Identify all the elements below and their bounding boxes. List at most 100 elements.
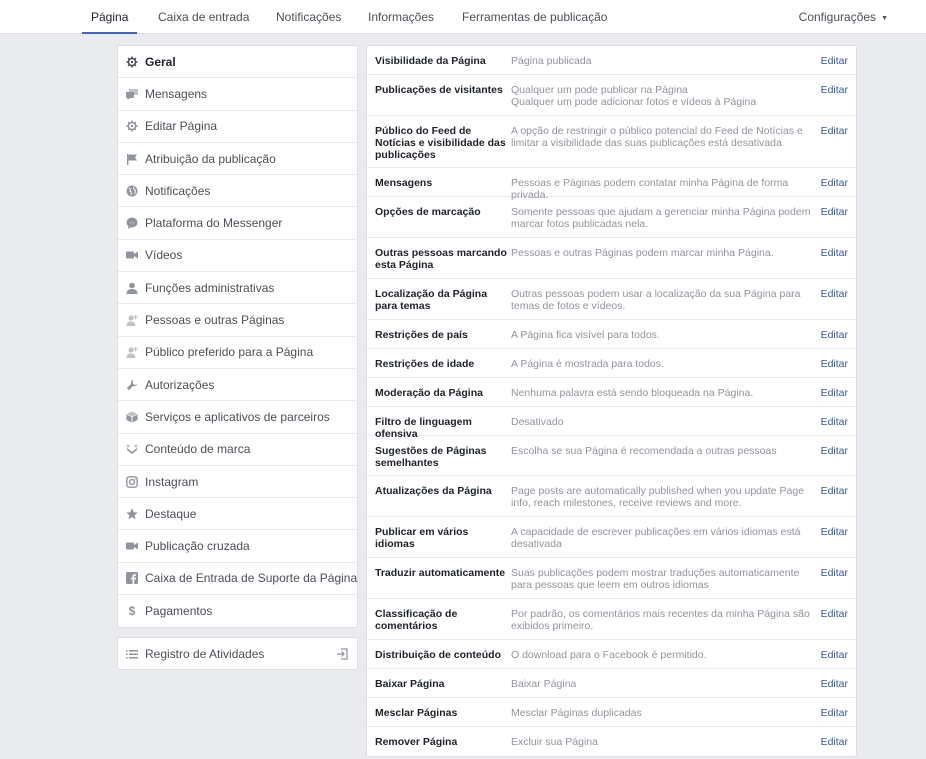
settings-sidebar: Geral Mensagens Editar Página Atribuição… — [117, 45, 358, 629]
settings-row-mensagens: Mensagens Pessoas e Páginas podem contat… — [367, 168, 856, 201]
instagram-icon — [126, 475, 138, 488]
gear-icon — [126, 56, 138, 68]
setting-label: Baixar Página — [375, 678, 445, 690]
edit-link[interactable]: Editar — [821, 416, 848, 428]
settings-row-restricoes-de-pais: Restrições de país A Página fica visível… — [367, 320, 856, 349]
star-icon — [126, 508, 138, 520]
sidebar-item-instagram[interactable]: Instagram — [118, 466, 357, 499]
setting-label: Distribuição de conteúdo — [375, 649, 502, 661]
sidebar-item-editar-pagina[interactable]: Editar Página — [118, 111, 357, 143]
sidebar-item-autorizacoes[interactable]: Autorizações — [118, 369, 357, 402]
tab-caixa-de-entrada[interactable]: Caixa de entrada — [158, 0, 249, 34]
activity-log-button[interactable]: Registro de Atividades — [117, 637, 358, 670]
tab-informacoes[interactable]: Informações — [368, 0, 434, 34]
edit-link[interactable]: Editar — [821, 288, 848, 300]
edit-link[interactable]: Editar — [821, 177, 848, 189]
settings-row-outras-pessoas-marcando: Outras pessoas marcando esta Página Pess… — [367, 238, 856, 279]
edit-link[interactable]: Editar — [821, 526, 848, 538]
sidebar-item-label: Caixa de Entrada de Suporte da Página — [145, 571, 358, 586]
setting-value-text: A capacidade de escrever publicações em … — [511, 526, 801, 550]
edit-link[interactable]: Editar — [821, 678, 848, 690]
sidebar-item-label: Destaque — [145, 506, 197, 521]
edit-link[interactable]: Editar — [821, 84, 848, 96]
sidebar-item-pessoas-e-outras-paginas[interactable]: Pessoas e outras Páginas — [118, 304, 357, 337]
sidebar-item-label: Plataforma do Messenger — [145, 216, 283, 231]
setting-label: Localização da Página para temas — [375, 288, 488, 312]
tab-notificacoes[interactable]: Notificações — [276, 0, 341, 34]
setting-value: Página publicada — [511, 55, 811, 67]
globe-icon — [126, 185, 138, 197]
person-plus-icon — [126, 314, 138, 327]
sidebar-item-videos[interactable]: Vídeos — [118, 240, 357, 273]
setting-label: Classificação de comentários — [375, 608, 458, 632]
setting-value: Por padrão, os comentários mais recentes… — [511, 608, 811, 632]
sidebar-item-mensagens[interactable]: Mensagens — [118, 78, 357, 111]
setting-value-text: A Página fica visível para todos. — [511, 329, 660, 341]
edit-link[interactable]: Editar — [821, 387, 848, 399]
sidebar-item-label: Autorizações — [145, 377, 215, 392]
setting-value: A capacidade de escrever publicações em … — [511, 526, 811, 550]
sidebar-item-label: Público preferido para a Página — [145, 345, 314, 360]
setting-label: Atualizações da Página — [375, 485, 492, 497]
setting-value-text: Page posts are automatically published w… — [511, 485, 805, 509]
sidebar-item-label: Notificações — [145, 183, 211, 198]
sidebar-item-notificacoes[interactable]: Notificações — [118, 175, 357, 208]
setting-value-text: Excluir sua Página — [511, 736, 598, 748]
sidebar-item-label: Editar Página — [145, 119, 218, 134]
setting-value: Desativado — [511, 416, 811, 428]
settings-tab[interactable]: Configurações ▼ — [799, 0, 888, 34]
settings-row-localizacao: Localização da Página para temas Outras … — [367, 279, 856, 320]
settings-row-remover-pagina: Remover Página Excluir sua Página Editar — [367, 727, 856, 756]
person-plus-icon — [126, 346, 138, 359]
edit-link[interactable]: Editar — [821, 329, 848, 341]
settings-row-mesclar-paginas: Mesclar Páginas Mesclar Páginas duplicad… — [367, 698, 856, 727]
settings-row-sugestoes-de-paginas: Sugestões de Páginas semelhantes Escolha… — [367, 436, 856, 476]
edit-link[interactable]: Editar — [821, 247, 848, 259]
tab-ferramentas-de-publicacao[interactable]: Ferramentas de publicação — [462, 0, 607, 34]
sidebar-item-publicacao-cruzada[interactable]: Publicação cruzada — [118, 530, 357, 563]
settings-row-atualizacoes-da-pagina: Atualizações da Página Page posts are au… — [367, 476, 856, 517]
edit-link[interactable]: Editar — [821, 707, 848, 719]
setting-value-text: Baixar Página — [511, 678, 577, 690]
setting-value: Escolha se sua Página é recomendada a ou… — [511, 445, 811, 457]
sidebar-item-geral[interactable]: Geral — [118, 46, 357, 79]
sidebar-item-label: Atribuição da publicação — [145, 151, 276, 166]
sidebar-item-caixa-de-entrada-de-suporte[interactable]: Caixa de Entrada de Suporte da Página — [118, 563, 358, 596]
setting-value: O download para o Facebook é permitido. — [511, 649, 811, 661]
setting-value-text: Outras pessoas podem usar a localização … — [511, 288, 801, 312]
person-icon — [126, 282, 138, 294]
edit-link[interactable]: Editar — [821, 736, 848, 748]
sidebar-item-atribuicao-da-publicacao[interactable]: Atribuição da publicação — [118, 143, 357, 176]
sidebar-item-conteudo-de-marca[interactable]: Conteúdo de marca — [118, 434, 357, 466]
edit-link[interactable]: Editar — [821, 649, 848, 661]
messages-icon — [126, 88, 138, 100]
tab-pagina[interactable]: Página — [82, 0, 138, 34]
edit-link[interactable]: Editar — [821, 55, 848, 67]
setting-label: Outras pessoas marcando esta Página — [375, 247, 507, 271]
setting-value: A Página fica visível para todos. — [511, 329, 811, 341]
setting-value: A opção de restringir o público potencia… — [511, 125, 811, 149]
edit-link[interactable]: Editar — [821, 485, 848, 497]
settings-row-classificacao-de-comentarios: Classificação de comentários Por padrão,… — [367, 599, 856, 640]
sidebar-item-servicos-e-aplicativos[interactable]: Serviços e aplicativos de parceiros — [118, 401, 357, 434]
setting-value: Somente pessoas que ajudam a gerenciar m… — [511, 206, 811, 230]
edit-link[interactable]: Editar — [821, 567, 848, 579]
edit-link[interactable]: Editar — [821, 125, 848, 137]
setting-label: Publicações de visitantes — [375, 84, 503, 96]
top-navigation: Página Caixa de entrada Notificações Inf… — [0, 0, 926, 34]
sidebar-item-publico-preferido[interactable]: Público preferido para a Página — [118, 337, 357, 369]
setting-label: Restrições de idade — [375, 358, 475, 370]
open-log-icon — [336, 647, 348, 660]
edit-link[interactable]: Editar — [821, 445, 848, 457]
sidebar-item-pagamentos[interactable]: $ Pagamentos — [118, 595, 357, 627]
settings-row-restricoes-de-idade: Restrições de idade A Página é mostrada … — [367, 349, 856, 378]
sidebar-item-destaque[interactable]: Destaque — [118, 498, 357, 531]
sidebar-item-label: Funções administrativas — [145, 280, 275, 295]
edit-link[interactable]: Editar — [821, 206, 848, 218]
setting-value: Mesclar Páginas duplicadas — [511, 707, 811, 719]
edit-link[interactable]: Editar — [821, 358, 848, 370]
setting-value-text: Escolha se sua Página é recomendada a ou… — [511, 445, 777, 457]
edit-link[interactable]: Editar — [821, 608, 848, 620]
sidebar-item-funcoes-administrativas[interactable]: Funções administrativas — [118, 272, 357, 305]
sidebar-item-plataforma-do-messenger[interactable]: Plataforma do Messenger — [118, 207, 357, 240]
